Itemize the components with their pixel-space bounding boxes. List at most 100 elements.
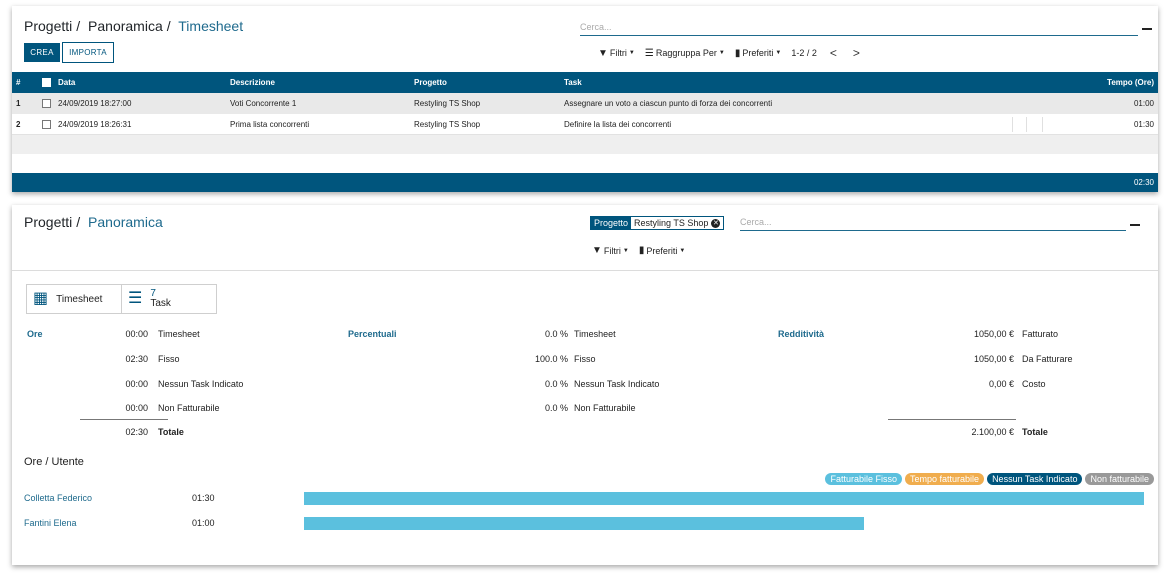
hours-value-timesheet: 00:00 <box>125 329 148 339</box>
user-hours-bar <box>304 517 864 530</box>
search-facet: Progetto Restyling TS Shop ✕ <box>590 216 725 230</box>
breadcrumb-projects[interactable]: Progetti <box>24 18 72 34</box>
total-time: 02:30 <box>1133 178 1154 187</box>
breadcrumb-projects[interactable]: Progetti <box>24 214 72 230</box>
task-stat-button[interactable]: ☰ 7 Task <box>121 284 217 314</box>
overview-window: Progetti / Panoramica Progetto Restyling … <box>12 205 1158 565</box>
hours-title: Ore <box>27 329 43 339</box>
legend-no-task: Nessun Task Indicato <box>987 473 1083 485</box>
filters-label: Filtri <box>603 245 621 256</box>
hours-value-fixed: 02:30 <box>125 354 148 364</box>
column-date[interactable]: Data <box>58 72 75 93</box>
row-checkbox[interactable] <box>42 93 51 114</box>
caret-down-icon: ▼ <box>628 50 635 56</box>
table-row[interactable]: 2 24/09/2019 18:26:31 Prima lista concor… <box>12 114 1158 135</box>
column-divider <box>1026 117 1027 132</box>
timesheet-stat-label: Timesheet <box>56 293 103 305</box>
hours-per-user-title: Ore / Utente <box>24 456 84 468</box>
hours-label-no-task: Nessun Task Indicato <box>158 379 244 389</box>
pct-label-non-billable: Non Fatturabile <box>574 403 636 413</box>
hours-label-fixed: Fisso <box>158 354 180 364</box>
pct-label-fixed: Fisso <box>574 354 596 364</box>
profitability-title: Redditività <box>778 329 825 339</box>
filters-dropdown[interactable]: ▼ Filtri ▼ <box>592 245 629 256</box>
column-project[interactable]: Progetto <box>414 72 447 93</box>
hours-total-line <box>80 419 168 420</box>
pager-value[interactable]: 1-2 / 2 <box>791 48 817 58</box>
row-task: Assegnare un voto a ciascun punto di for… <box>564 99 773 108</box>
filters-label: Filtri <box>609 48 627 58</box>
row-project: Restyling TS Shop <box>414 99 481 108</box>
breadcrumb-overview: Panoramica <box>88 214 163 230</box>
facet-value: Restyling TS Shop ✕ <box>631 217 724 229</box>
caret-down-icon: ▼ <box>775 50 782 56</box>
profit-total-line <box>888 419 1016 420</box>
user-hours-bar <box>304 492 1144 505</box>
table-empty-row <box>12 135 1158 154</box>
table-footer: 02:30 <box>12 173 1158 192</box>
row-number: 1 <box>16 99 21 108</box>
column-task[interactable]: Task <box>564 72 582 93</box>
filters-dropdown[interactable]: ▼ Filtri ▼ <box>598 48 635 59</box>
pct-label-timesheet: Timesheet <box>574 329 616 339</box>
profit-value-invoiced: 1050,00 € <box>973 329 1014 339</box>
pct-value-timesheet: 0.0 % <box>544 329 568 339</box>
import-button[interactable]: IMPORTA <box>62 42 114 63</box>
breadcrumb-overview[interactable]: Panoramica <box>88 18 163 34</box>
row-task: Definire la lista dei concorrenti <box>564 119 672 129</box>
row-checkbox[interactable] <box>42 114 51 134</box>
pager-next-button[interactable]: > <box>850 46 863 60</box>
timesheet-stat-button[interactable]: ▦ Timesheet <box>26 284 122 314</box>
calendar-icon: ▦ <box>33 290 49 307</box>
search-input[interactable] <box>740 213 1126 230</box>
row-date: 24/09/2019 18:26:31 <box>58 119 132 129</box>
user-hours: 01:00 <box>192 518 215 528</box>
column-time[interactable]: Tempo (Ore) <box>1107 72 1154 93</box>
favorites-dropdown[interactable]: ▮ Preferiti ▼ <box>735 48 781 59</box>
bookmark-icon: ▮ <box>734 47 741 59</box>
caret-down-icon: ▼ <box>622 247 629 254</box>
search-bar <box>740 213 1126 231</box>
table-row[interactable]: 1 24/09/2019 18:27:00 Voti Concorrente 1… <box>12 93 1158 114</box>
header-divider <box>12 270 1158 271</box>
remove-facet-icon[interactable]: ✕ <box>711 218 721 228</box>
pager-previous-button[interactable]: < <box>827 46 840 60</box>
column-description[interactable]: Descrizione <box>230 72 275 93</box>
table-header: # Data Descrizione Progetto Task Tempo (… <box>12 72 1158 93</box>
row-description: Prima lista concorrenti <box>230 119 310 129</box>
group-by-label: Raggruppa Per <box>655 48 717 58</box>
search-input[interactable] <box>580 18 1138 35</box>
funnel-icon: ▼ <box>598 47 608 59</box>
row-date: 24/09/2019 18:27:00 <box>58 99 132 108</box>
favorites-label: Preferiti <box>646 245 678 256</box>
column-divider <box>1012 117 1013 132</box>
user-name[interactable]: Colletta Federico <box>24 493 92 503</box>
profit-label-to-invoice: Da Fatturare <box>1022 354 1073 364</box>
collapse-toggle-icon[interactable] <box>1142 28 1152 30</box>
breadcrumb: Progetti / Panoramica <box>24 214 163 230</box>
user-hours: 01:30 <box>192 493 215 503</box>
search-options: ▼ Filtri ▼ ▮ Preferiti ▼ <box>592 245 685 256</box>
profit-value-cost: 0,00 € <box>988 379 1014 389</box>
tasks-list-icon: ☰ <box>128 290 143 307</box>
legend-time-billable: Tempo fatturabile <box>905 473 985 485</box>
select-all-checkbox[interactable] <box>42 72 51 93</box>
group-by-dropdown[interactable]: ☰ Raggruppa Per ▼ <box>645 48 725 59</box>
percentages-title: Percentuali <box>348 329 397 339</box>
favorites-dropdown[interactable]: ▮ Preferiti ▼ <box>639 245 685 256</box>
collapse-toggle-icon[interactable] <box>1130 224 1140 226</box>
hours-value-non-billable: 00:00 <box>125 403 148 413</box>
pct-value-fixed: 100.0 % <box>534 354 568 364</box>
create-button[interactable]: CREA <box>24 43 60 62</box>
bars-icon: ☰ <box>644 47 654 59</box>
row-project: Restyling TS Shop <box>414 119 481 129</box>
task-stat-label: Task <box>150 298 171 309</box>
user-name[interactable]: Fantini Elena <box>24 518 77 528</box>
pct-value-non-billable: 0.0 % <box>544 403 568 413</box>
row-number: 2 <box>16 119 21 129</box>
column-divider <box>1042 117 1043 132</box>
legend-non-billable: Non fatturabile <box>1085 473 1154 485</box>
breadcrumb: Progetti / Panoramica / Timesheet <box>24 18 244 34</box>
pct-label-no-task: Nessun Task Indicato <box>574 379 660 389</box>
chart-legend: Fatturabile Fisso Tempo fatturabile Ness… <box>825 473 1154 485</box>
